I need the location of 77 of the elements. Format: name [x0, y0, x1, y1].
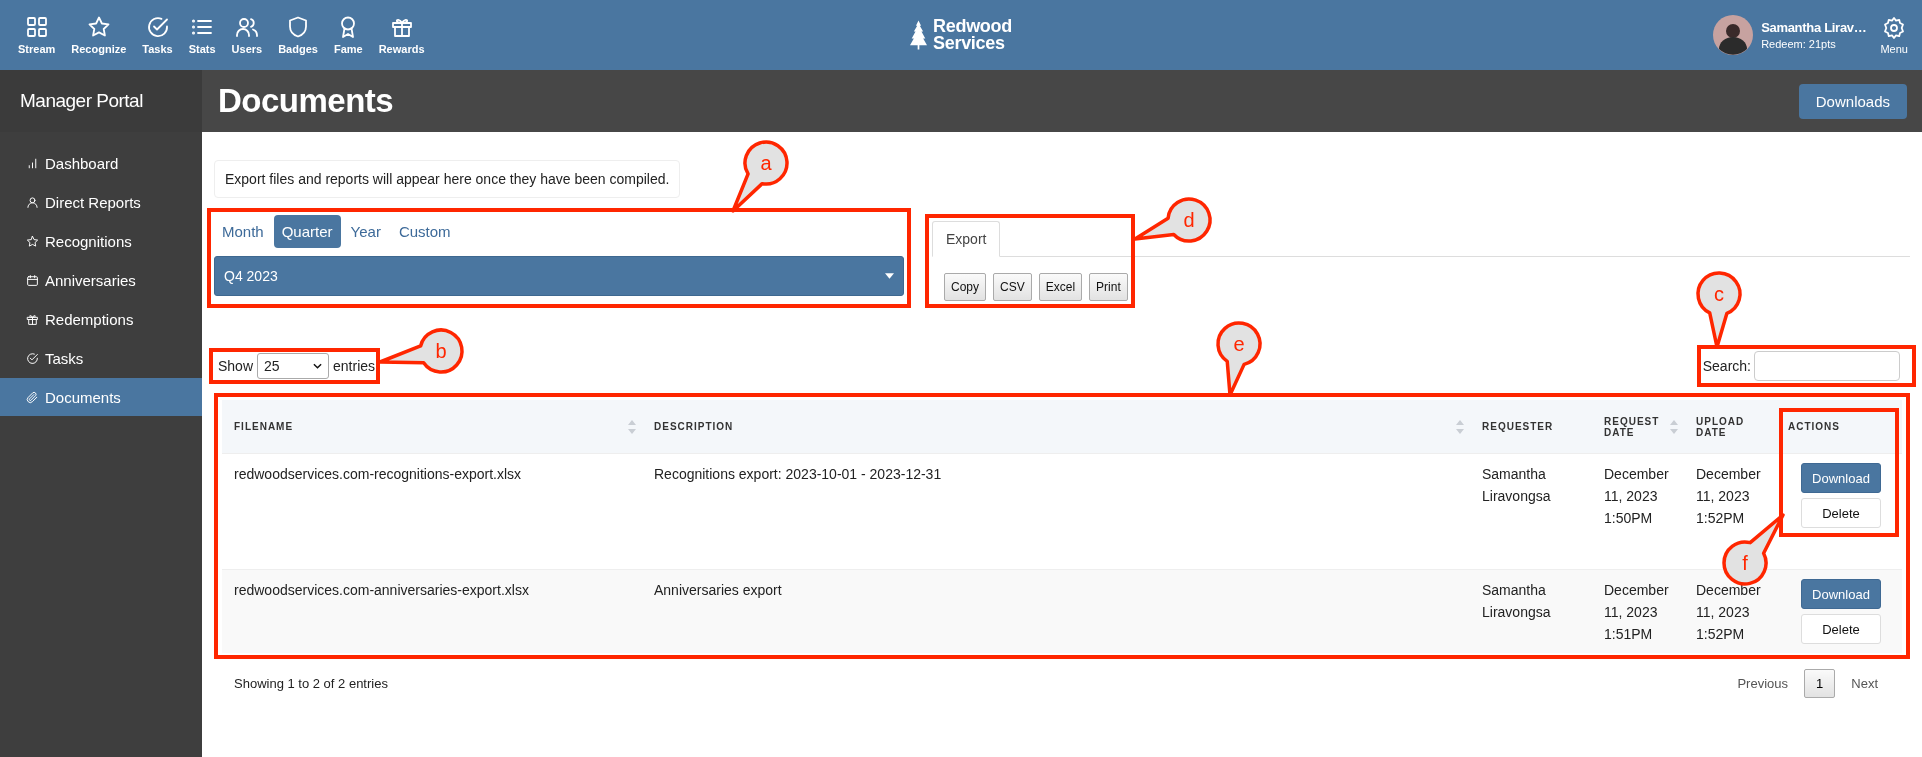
table-cell: Samantha Liravongsa: [1470, 569, 1592, 653]
star-icon: [26, 234, 39, 248]
calendar-icon: [26, 273, 39, 287]
period-tab[interactable]: Quarter: [273, 215, 341, 248]
sort-icon: [1670, 419, 1678, 434]
delete-button[interactable]: Delete: [1801, 498, 1881, 528]
avatar: [1713, 15, 1754, 55]
check-circle-icon: [26, 351, 39, 365]
delete-button[interactable]: Delete: [1801, 614, 1881, 644]
previous-link[interactable]: Previous: [1725, 670, 1801, 697]
menu-button[interactable]: Menu: [1880, 15, 1908, 55]
sidebar-item[interactable]: Redemptions: [0, 300, 202, 338]
column-header[interactable]: REQUEST DATE: [1592, 400, 1684, 454]
downloads-button[interactable]: Downloads: [1798, 83, 1907, 119]
download-button[interactable]: Download: [1801, 579, 1881, 609]
export-button[interactable]: Excel: [1038, 273, 1083, 301]
search-label: Search:: [1702, 358, 1751, 374]
table-cell: December 11, 2023 1:52PM: [1684, 569, 1776, 653]
check-circle-icon: [145, 15, 170, 39]
export-button[interactable]: Print: [1089, 273, 1128, 301]
caret-icon: [885, 273, 894, 279]
table-cell: redwoodservices.com-anniversaries-export.xlsx: [222, 569, 642, 653]
sidebar-item[interactable]: Documents: [0, 378, 202, 416]
column-header: REQUESTER: [1470, 400, 1592, 454]
nav-item[interactable]: Stream: [14, 15, 60, 55]
tree-icon: [910, 20, 928, 50]
entries-info: Showing 1 to 2 of 2 entries: [234, 676, 388, 691]
gift-icon: [26, 312, 39, 326]
chevron-icon: [313, 363, 323, 369]
user-icon: [26, 195, 39, 209]
nav-item[interactable]: Badges: [274, 15, 322, 55]
sort-icon: [1456, 419, 1464, 434]
period-tab[interactable]: Custom: [390, 215, 459, 248]
sort-icon: [628, 419, 636, 434]
nav-item[interactable]: Stats: [184, 15, 220, 55]
search-field[interactable]: [1754, 351, 1900, 381]
export-button[interactable]: Copy: [944, 273, 986, 301]
star-icon: [86, 15, 111, 39]
sidebar-item[interactable]: Anniversaries: [0, 261, 202, 299]
nav-item[interactable]: Recognize: [67, 15, 131, 55]
next-link[interactable]: Next: [1839, 670, 1890, 697]
paperclip-icon: [26, 390, 39, 404]
user-name: Samantha Lirav…: [1761, 20, 1867, 35]
export-tab[interactable]: Export: [932, 221, 1001, 257]
info-notice: Export files and reports will appear here once they have been compiled.: [214, 160, 681, 198]
bar-chart-icon: [26, 156, 39, 170]
users-icon: [234, 15, 259, 39]
column-header[interactable]: DESCRIPTION: [642, 400, 1470, 454]
grid-icon: [24, 15, 49, 39]
table-cell: December 11, 2023 1:51PM: [1592, 569, 1684, 653]
period-tab[interactable]: Year: [342, 215, 389, 248]
sidebar-item[interactable]: Dashboard: [0, 144, 202, 182]
column-header[interactable]: FILENAME: [222, 400, 642, 454]
settings-icon: [1882, 15, 1907, 40]
nav-item[interactable]: Fame: [329, 15, 367, 55]
entries-label: entries: [333, 358, 376, 374]
table-cell: Anniversaries export: [642, 569, 1470, 653]
page-title: Documents: [218, 82, 394, 120]
period-tab[interactable]: Month: [214, 215, 272, 248]
export-button[interactable]: CSV: [993, 273, 1032, 301]
page-length-dropdown[interactable]: 25: [257, 353, 330, 379]
nav-item[interactable]: Rewards: [374, 15, 429, 55]
nav-item[interactable]: Users: [227, 15, 267, 55]
download-button[interactable]: Download: [1801, 463, 1881, 493]
sidebar-item[interactable]: Direct Reports: [0, 183, 202, 221]
sidebar-item[interactable]: Recognitions: [0, 222, 202, 260]
page-button[interactable]: 1: [1804, 669, 1836, 698]
sidebar-title: Manager Portal: [20, 90, 143, 112]
period-dropdown[interactable]: Q4 2023: [214, 256, 904, 296]
column-header: UPLOAD DATE: [1684, 400, 1776, 454]
nav-item[interactable]: Tasks: [138, 15, 177, 55]
callout-marker: b: [377, 327, 466, 375]
points-balance: Redeem: 21pts: [1761, 38, 1837, 50]
sidebar-item[interactable]: Tasks: [0, 339, 202, 377]
logo-text: Redwood Services: [933, 18, 1012, 52]
show-label: Show: [218, 358, 254, 374]
callout-marker: a: [730, 139, 790, 214]
